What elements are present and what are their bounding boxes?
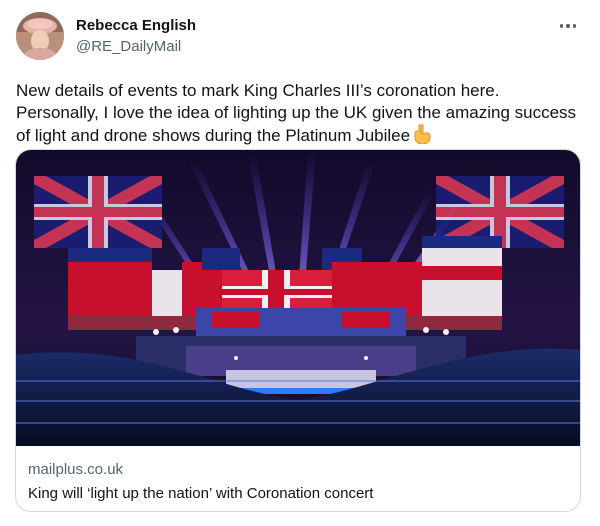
tweet: Rebecca English @RE_DailyMail New detail… bbox=[0, 0, 600, 526]
author-handle[interactable]: @RE_DailyMail bbox=[76, 37, 196, 56]
card-meta[interactable]: mailplus.co.uk King will ‘light up the n… bbox=[28, 460, 568, 504]
profile-photo-icon bbox=[16, 12, 64, 60]
card-domain[interactable]: mailplus.co.uk bbox=[28, 460, 568, 480]
avatar[interactable] bbox=[16, 12, 64, 60]
coronation-concert-image bbox=[16, 150, 580, 446]
author-block[interactable]: Rebecca English @RE_DailyMail bbox=[76, 16, 196, 56]
pointing-down-hand-icon bbox=[413, 124, 431, 150]
tweet-body: New details of events to mark King Charl… bbox=[16, 81, 577, 145]
tweet-text: New details of events to mark King Charl… bbox=[16, 80, 586, 150]
link-card[interactable]: mailplus.co.uk King will ‘light up the n… bbox=[15, 149, 581, 512]
author-display-name[interactable]: Rebecca English bbox=[76, 16, 196, 35]
card-title[interactable]: King will ‘light up the nation’ with Cor… bbox=[28, 484, 568, 504]
more-options-icon[interactable] bbox=[556, 14, 580, 38]
